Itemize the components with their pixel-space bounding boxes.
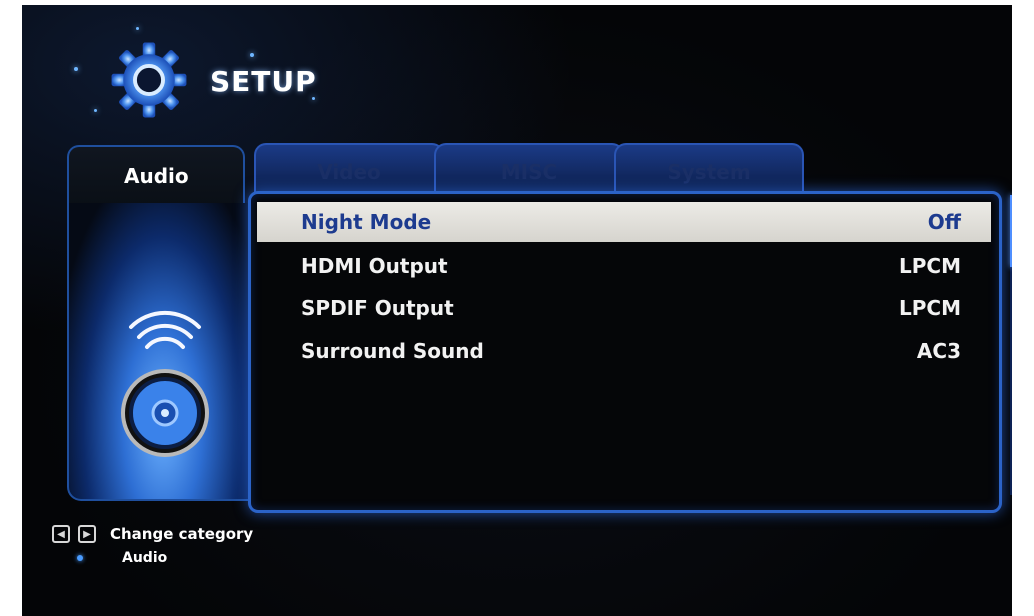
setting-label: Night Mode bbox=[301, 210, 432, 234]
settings-list: Night Mode Off HDMI Output LPCM SPDIF Ou… bbox=[248, 191, 1002, 513]
scrollbar-thumb[interactable] bbox=[1010, 195, 1012, 267]
setup-screen: SETUP Audio Video MISC System Night Mode… bbox=[22, 5, 1012, 616]
setting-row-night-mode[interactable]: Night Mode Off bbox=[257, 202, 991, 242]
sparkle-dot bbox=[250, 53, 254, 57]
current-category: Audio bbox=[122, 550, 168, 566]
page-title: SETUP bbox=[210, 65, 317, 98]
setting-label: Surround Sound bbox=[301, 339, 484, 363]
navigation-hint: ◀ ▶ Change category bbox=[52, 525, 253, 543]
category-icon-panel bbox=[67, 203, 259, 501]
setting-row-hdmi-output[interactable]: HDMI Output LPCM bbox=[257, 246, 991, 286]
left-arrow-key-icon: ◀ bbox=[52, 525, 70, 543]
sparkle-dot bbox=[74, 67, 78, 71]
scrollbar[interactable] bbox=[1010, 195, 1012, 495]
setting-value: LPCM bbox=[899, 296, 961, 320]
hint-text: Change category bbox=[110, 525, 254, 543]
setting-row-surround-sound[interactable]: Surround Sound AC3 bbox=[257, 331, 991, 371]
sparkle-dot bbox=[94, 109, 97, 112]
setting-value: Off bbox=[927, 210, 961, 234]
setting-value: LPCM bbox=[899, 254, 961, 278]
speaker-icon bbox=[121, 310, 209, 457]
setting-label: HDMI Output bbox=[301, 254, 448, 278]
sparkle-dot bbox=[136, 27, 139, 30]
category-dot-icon bbox=[77, 555, 83, 561]
right-arrow-key-icon: ▶ bbox=[78, 525, 96, 543]
gear-icon bbox=[111, 42, 187, 118]
setting-row-spdif-output[interactable]: SPDIF Output LPCM bbox=[257, 288, 991, 328]
tab-audio[interactable]: Audio bbox=[67, 145, 245, 205]
setting-label: SPDIF Output bbox=[301, 296, 454, 320]
setting-value: AC3 bbox=[916, 339, 961, 363]
